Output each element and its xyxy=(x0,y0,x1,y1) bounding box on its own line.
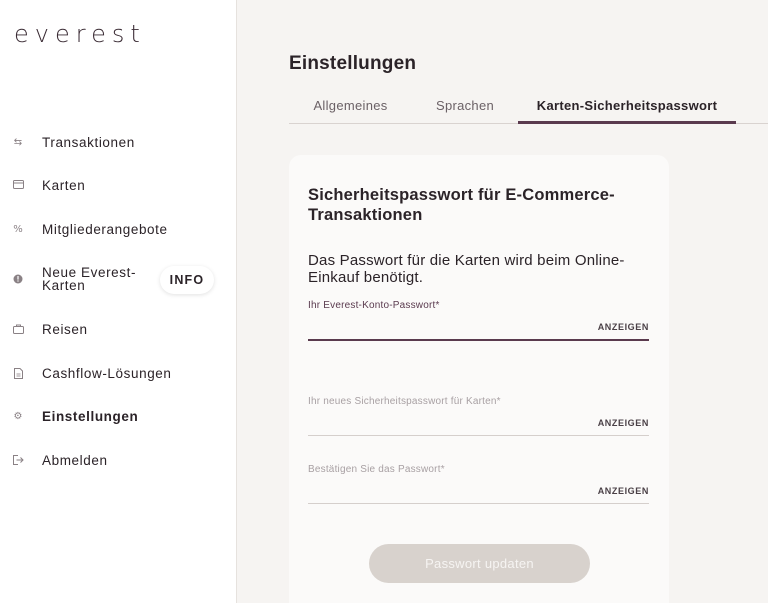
field-underline xyxy=(308,435,649,436)
logout-icon xyxy=(12,455,24,467)
sidebar-item-label: Karten xyxy=(42,178,86,193)
current-password-field: Ihr Everest-Konto-Passwort* ANZEIGEN xyxy=(308,300,649,342)
sidebar-item-cashflow-loesungen[interactable]: Cashflow-Lösungen xyxy=(0,359,236,389)
sidebar-item-karten[interactable]: Karten xyxy=(0,171,236,201)
sidebar-item-reisen[interactable]: Reisen xyxy=(0,315,236,345)
info-badge[interactable]: INFO xyxy=(160,266,214,294)
sidebar-item-mitgliederangebote[interactable]: % Mitgliederangebote xyxy=(0,215,236,245)
sidebar-item-label: Einstellungen xyxy=(42,409,139,424)
show-password-toggle[interactable]: ANZEIGEN xyxy=(598,418,649,428)
sidebar-item-transaktionen[interactable]: ⇆ Transaktionen xyxy=(0,128,236,158)
everest-logo[interactable]: everest xyxy=(14,20,146,48)
field-label: Ihr neues Sicherheitspasswort für Karten… xyxy=(308,396,501,407)
transfer-arrows-icon: ⇆ xyxy=(13,137,23,148)
field-label: Ihr Everest-Konto-Passwort* xyxy=(308,300,440,311)
percent-icon: % xyxy=(13,224,23,235)
sidebar-item-einstellungen[interactable]: ⚙ Einstellungen xyxy=(0,402,236,432)
sidebar-item-label: Neue Everest-Karten xyxy=(42,265,137,293)
sidebar: everest ⇆ Transaktionen Karten % Mitglie… xyxy=(0,0,237,603)
card-title: Sicherheitspasswort für E-Commerce-Trans… xyxy=(308,186,615,224)
security-password-card: Sicherheitspasswort für E-Commerce-Trans… xyxy=(289,155,669,603)
sidebar-item-label: Mitgliederangebote xyxy=(42,222,168,237)
gear-icon: ⚙ xyxy=(13,411,23,422)
sidebar-item-label: Cashflow-Lösungen xyxy=(42,366,172,381)
tab-allgemeines[interactable]: Allgemeines xyxy=(289,98,412,124)
new-card-password-field: Ihr neues Sicherheitspasswort für Karten… xyxy=(308,396,649,438)
sidebar-item-label: Transaktionen xyxy=(42,135,135,150)
current-password-input[interactable] xyxy=(308,320,588,336)
tab-karten-sicherheitspasswort[interactable]: Karten-Sicherheitspasswort xyxy=(518,98,736,124)
sidebar-item-label: Reisen xyxy=(42,322,88,337)
new-card-password-input[interactable] xyxy=(308,416,588,432)
field-underline xyxy=(308,503,649,504)
tab-bar: Allgemeines Sprachen Karten-Sicherheitsp… xyxy=(289,98,768,124)
update-password-button[interactable]: Passwort updaten xyxy=(369,544,590,583)
show-password-toggle[interactable]: ANZEIGEN xyxy=(598,322,649,332)
info-dot-icon xyxy=(12,274,24,286)
tab-sprachen[interactable]: Sprachen xyxy=(412,98,518,124)
confirm-password-input[interactable] xyxy=(308,484,588,500)
document-icon xyxy=(12,368,24,380)
sidebar-item-label: Abmelden xyxy=(42,453,108,468)
suitcase-icon xyxy=(12,324,24,336)
card-description: Das Passwort für die Karten wird beim On… xyxy=(308,252,625,286)
confirm-password-field: Bestätigen Sie das Passwort* ANZEIGEN xyxy=(308,464,649,506)
field-label: Bestätigen Sie das Passwort* xyxy=(308,464,445,475)
show-password-toggle[interactable]: ANZEIGEN xyxy=(598,486,649,496)
main-content: Einstellungen Allgemeines Sprachen Karte… xyxy=(237,0,768,603)
card-icon xyxy=(12,180,24,192)
sidebar-item-abmelden[interactable]: Abmelden xyxy=(0,446,236,476)
page-title: Einstellungen xyxy=(289,53,417,74)
field-underline xyxy=(308,339,649,341)
